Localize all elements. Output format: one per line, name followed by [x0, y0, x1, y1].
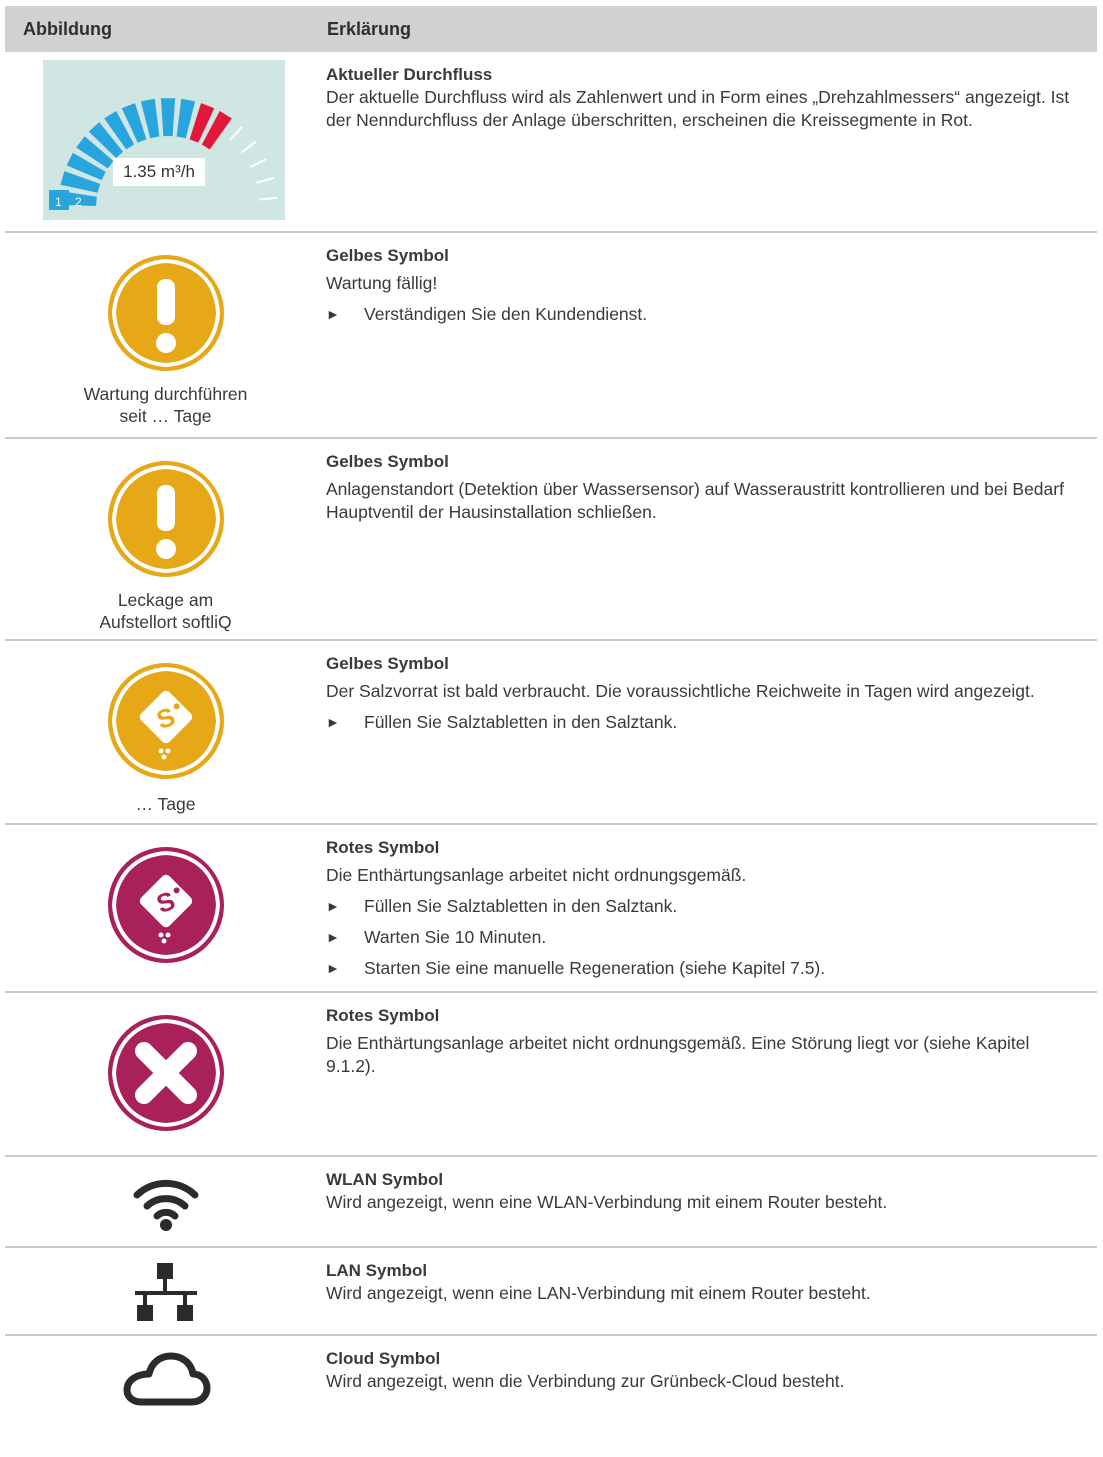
gauge-label-2: 2 [75, 195, 82, 209]
row-title: Gelbes Symbol [326, 246, 449, 265]
exclamation-icon [108, 461, 224, 577]
icon-caption: … Tage [135, 794, 196, 814]
row-title: Cloud Symbol [326, 1349, 441, 1368]
table-row: 12 1.35 m³/h Aktueller Durchfluss Der ak… [5, 52, 1097, 233]
row-text: Wird angezeigt, wenn eine LAN-Verbindung… [326, 1283, 871, 1303]
table-row: S Rotes Symbol Die Enthärtungsanlage arb… [5, 825, 1097, 993]
row-title: LAN Symbol [326, 1261, 428, 1280]
table-row: Rotes Symbol Die Enthärtungsanlage arbei… [5, 993, 1097, 1157]
salt-icon: S [108, 847, 224, 963]
row-title: Rotes Symbol [326, 838, 440, 857]
bullet-item: ► Füllen Sie Salztabletten in den Salztan… [326, 712, 678, 732]
row-text: Wird angezeigt, wenn eine WLAN-Verbindun… [326, 1192, 888, 1212]
row-title: WLAN Symbol [326, 1170, 444, 1189]
row-title: Gelbes Symbol [326, 654, 449, 673]
bullet-item: ► Starten Sie eine manuelle Regeneration … [326, 958, 826, 978]
icon-caption: Leckage am [117, 590, 214, 610]
bullet-item: ► Warten Sie 10 Minuten. [326, 927, 547, 947]
row-title: Rotes Symbol [326, 1006, 440, 1025]
bullet-item: ► Verständigen Sie den Kundendienst. [326, 304, 648, 324]
gauge-tick [229, 126, 243, 141]
symbol-table: Abbildung Erklärung 12 1.35 m³/h Aktuell… [5, 6, 1097, 1416]
cloud-icon [123, 1352, 211, 1406]
header-erklaerung: Erklärung [327, 18, 412, 39]
arrow-icon: ► [326, 714, 340, 730]
table-row: Wartung durchführen seit … Tage Gelbes S… [5, 233, 1097, 439]
header-abbildung: Abbildung [23, 18, 112, 39]
salt-icon: S [108, 663, 224, 779]
gauge-tick [240, 140, 257, 154]
row-text: Der Salzvorrat ist bald verbraucht. Die … [326, 681, 1035, 701]
row-title: Gelbes Symbol [326, 452, 449, 471]
gauge-tick [249, 158, 267, 168]
row-title: Aktueller Durchfluss [326, 65, 493, 84]
flow-gauge: 12 1.35 m³/h [43, 60, 285, 220]
row-text: Wird angezeigt, wenn die Verbindung zur … [326, 1371, 845, 1391]
table-row: Leckage am Aufstellort softliQ Gelbes Sy… [5, 439, 1097, 641]
exclamation-icon [108, 255, 224, 371]
row-text: Anlagenstandort (Detektion über Wasserse… [326, 479, 1064, 522]
gauge-label-1: 1 [55, 195, 62, 209]
gauge-tick [259, 196, 278, 201]
gauge-tick [256, 176, 275, 184]
arrow-icon: ► [326, 898, 340, 914]
table-row: Cloud Symbol Wird angezeigt, wenn die Ve… [5, 1336, 1097, 1416]
gauge-segments: 12 [49, 98, 278, 210]
lan-icon [135, 1263, 197, 1321]
error-x-icon [108, 1015, 224, 1131]
arrow-icon: ► [326, 960, 340, 976]
table-row: S … Tage Gelbes Symbol Der Salzvorrat is… [5, 641, 1097, 825]
icon-caption: Wartung durchführen [83, 384, 248, 404]
gauge-segment [160, 98, 176, 137]
wifi-icon [133, 1179, 199, 1231]
row-text: Die Enthärtungsanlage arbeitet nicht ord… [326, 1033, 1030, 1076]
table-header: Abbildung Erklärung [5, 6, 1097, 52]
icon-caption: Aufstellort softliQ [99, 612, 232, 632]
row-text: Der aktuelle Durchfluss wird als Zahlenw… [326, 87, 1070, 130]
row-text: Die Enthärtungsanlage arbeitet nicht ord… [326, 865, 747, 885]
flow-value: 1.35 m³/h [113, 158, 205, 186]
row-text: Wartung fällig! [326, 273, 438, 293]
icon-caption: seit … Tage [119, 406, 212, 426]
bullet-item: ► Füllen Sie Salztabletten in den Salztan… [326, 896, 678, 916]
table-row: LAN Symbol Wird angezeigt, wenn eine LAN… [5, 1248, 1097, 1336]
arrow-icon: ► [326, 306, 340, 322]
table-row: WLAN Symbol Wird angezeigt, wenn eine WL… [5, 1157, 1097, 1248]
arrow-icon: ► [326, 929, 340, 945]
